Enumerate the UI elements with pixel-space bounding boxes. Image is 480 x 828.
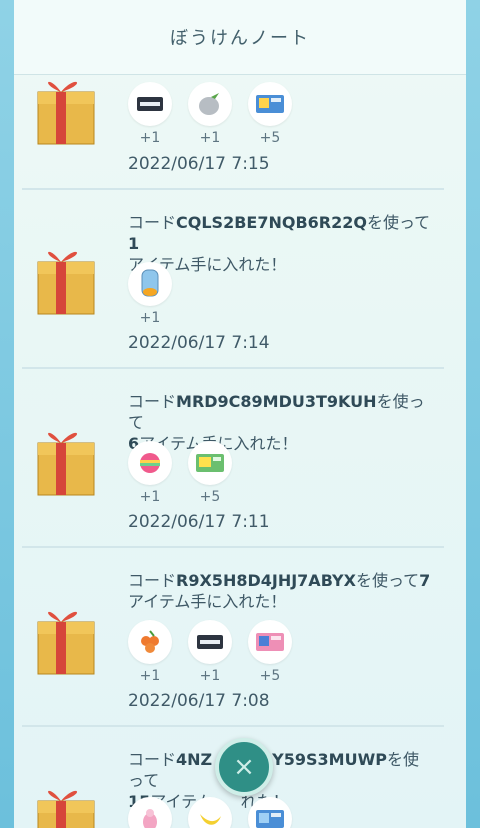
gift-box-icon — [37, 432, 95, 496]
reward-item: +5 — [248, 82, 292, 146]
item-list: +1 +1 +5 — [128, 82, 292, 146]
gift-box-icon — [37, 611, 95, 675]
card-icon — [196, 454, 224, 472]
card-icon — [256, 810, 284, 828]
reward-item: +5 — [248, 620, 292, 684]
card-icon — [256, 633, 284, 651]
rainbow-lure-icon — [140, 453, 160, 473]
reward-item — [188, 797, 232, 828]
redeem-code: 4NZ — [176, 750, 213, 769]
entry-date: 2022/06/17 7:11 — [128, 512, 270, 532]
bird-icon — [143, 809, 157, 828]
reward-item: +1 — [128, 441, 172, 505]
page-title: ぼうけんノート — [14, 0, 466, 75]
reward-item: +1 — [128, 82, 172, 146]
item-list: +1 — [128, 262, 172, 326]
item-list — [128, 797, 292, 828]
redeem-code: MRD9C89MDU3T9KUH — [176, 392, 377, 411]
journal-entry: コードCQLS2BE7NQB6R22Qを使って1 アイテム手に入れた！ +1 2… — [22, 190, 444, 369]
gift-box-icon — [37, 790, 95, 828]
entry-message: コードCQLS2BE7NQB6R22Qを使って1 アイテム手に入れた！ — [128, 213, 431, 274]
banana-icon — [200, 814, 221, 825]
berry-icon — [199, 93, 219, 115]
redeem-code: R9X5H8D4JHJ7ABYX — [176, 571, 356, 590]
item-list: +1 +1 +5 — [128, 620, 292, 684]
gift-box-icon — [37, 81, 95, 145]
reward-item: +1 — [188, 82, 232, 146]
reward-item: +1 — [128, 620, 172, 684]
close-icon: × — [233, 752, 255, 782]
left-frame — [0, 0, 14, 828]
reward-item: +1 — [128, 262, 172, 326]
gift-box-icon — [37, 251, 95, 315]
ticket-icon — [137, 97, 163, 111]
redeem-code: CQLS2BE7NQB6R22Q — [176, 213, 367, 232]
right-frame — [466, 0, 480, 828]
reward-item — [128, 797, 172, 828]
journal-panel[interactable]: ぼうけんノート +1 +1 +5 2022/06/17 7:15 コードCQLS… — [14, 0, 466, 828]
grapes-icon — [141, 630, 159, 653]
close-button[interactable]: × — [215, 738, 273, 796]
entry-date: 2022/06/17 7:15 — [128, 154, 270, 174]
reward-item — [248, 797, 292, 828]
reward-item: +1 — [188, 620, 232, 684]
journal-entry: コードR9X5H8D4JHJ7ABYXを使って7 アイテム手に入れた！ +1 +… — [22, 548, 444, 727]
ticket-icon — [197, 635, 223, 649]
incubator-icon — [141, 269, 159, 297]
entry-date: 2022/06/17 7:08 — [128, 691, 270, 711]
journal-entry: +1 +1 +5 2022/06/17 7:15 — [22, 60, 444, 190]
item-list: +1 +5 — [128, 441, 232, 505]
entry-date: 2022/06/17 7:14 — [128, 333, 270, 353]
card-icon — [256, 95, 284, 113]
reward-item: +5 — [188, 441, 232, 505]
entry-message: コードR9X5H8D4JHJ7ABYXを使って7 アイテム手に入れた！ — [128, 571, 431, 611]
journal-entry: コードMRD9C89MDU3T9KUHを使って 6アイテム手に入れた！ +1 +… — [22, 369, 444, 548]
